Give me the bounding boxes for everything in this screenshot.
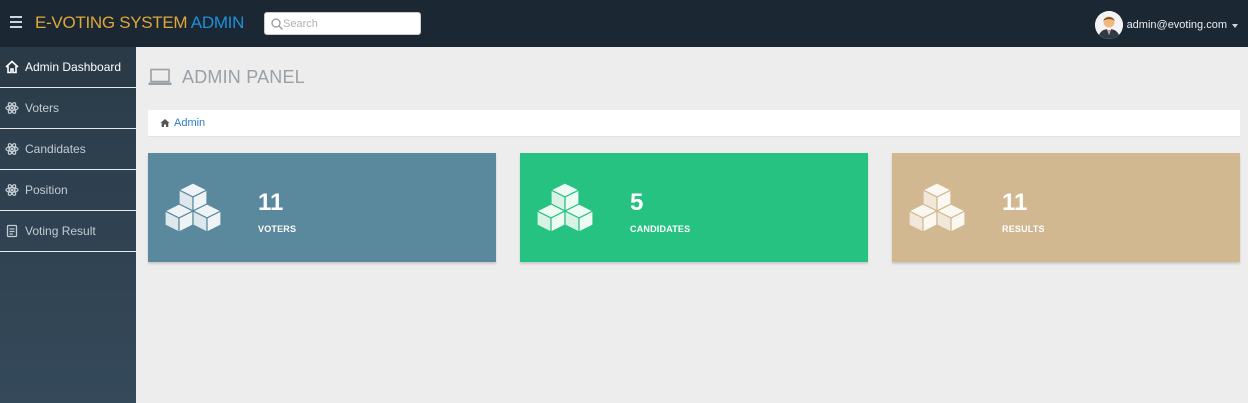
results-label: RESULTS xyxy=(1002,224,1045,234)
sidebar-item-label: Candidates xyxy=(25,142,86,156)
atom-icon xyxy=(4,101,19,116)
stat-card-candidates[interactable]: 5 CANDIDATES xyxy=(520,153,868,262)
atom-icon xyxy=(4,183,19,198)
sidebar-item-label: Position xyxy=(25,183,68,197)
laptop-icon xyxy=(148,68,172,85)
sidebar-item-label: Voting Result xyxy=(25,224,96,238)
sidebar-item-voters[interactable]: Voters xyxy=(0,88,136,129)
voters-label: VOTERS xyxy=(258,224,297,234)
stat-card-results[interactable]: 11 RESULTS xyxy=(892,153,1240,262)
avatar[interactable] xyxy=(1094,11,1123,39)
top-navbar: E-VOTING SYSTEM ADMIN admin@evoting.com xyxy=(0,0,1248,47)
sidebar-item-position[interactable]: Position xyxy=(0,170,136,211)
atom-icon xyxy=(4,142,19,157)
candidates-count: 5 xyxy=(630,189,644,216)
search-icon xyxy=(271,18,283,30)
sidebar-item-voting-result[interactable]: Voting Result xyxy=(0,211,136,252)
home-icon xyxy=(160,119,170,127)
sidebar-item-admin-dashboard[interactable]: Admin Dashboard xyxy=(0,47,136,88)
caret-down-icon[interactable] xyxy=(1232,23,1238,28)
user-menu[interactable]: admin@evoting.com xyxy=(1094,11,1238,39)
user-email: admin@evoting.com xyxy=(1126,19,1227,31)
voters-count: 11 xyxy=(258,189,284,216)
cubes-icon xyxy=(536,182,594,233)
candidates-label: CANDIDATES xyxy=(630,224,691,234)
page-header: ADMIN PANEL xyxy=(148,66,305,88)
brand-name: E-VOTING SYSTEM xyxy=(35,13,188,32)
cubes-icon xyxy=(164,182,222,233)
document-icon xyxy=(4,224,19,239)
sidebar-item-label: Admin Dashboard xyxy=(25,60,122,74)
breadcrumb-link-admin[interactable]: Admin xyxy=(174,117,205,129)
brand-logo[interactable]: E-VOTING SYSTEM ADMIN xyxy=(35,13,244,33)
home-icon xyxy=(4,60,19,75)
hamburger-icon[interactable] xyxy=(10,16,22,30)
results-count: 11 xyxy=(1002,189,1028,216)
sidebar-item-label: Voters xyxy=(25,101,60,115)
sidebar-item-candidates[interactable]: Candidates xyxy=(0,129,136,170)
page-title: ADMIN PANEL xyxy=(182,66,305,87)
sidebar: Admin Dashboard Voters Candidates Positi… xyxy=(0,47,136,403)
cubes-icon xyxy=(908,182,966,233)
brand-suffix: ADMIN xyxy=(190,13,245,32)
search-box xyxy=(264,12,421,35)
search-input[interactable] xyxy=(283,15,417,33)
stat-card-voters[interactable]: 11 VOTERS xyxy=(148,153,496,262)
breadcrumb: Admin xyxy=(148,110,1240,137)
